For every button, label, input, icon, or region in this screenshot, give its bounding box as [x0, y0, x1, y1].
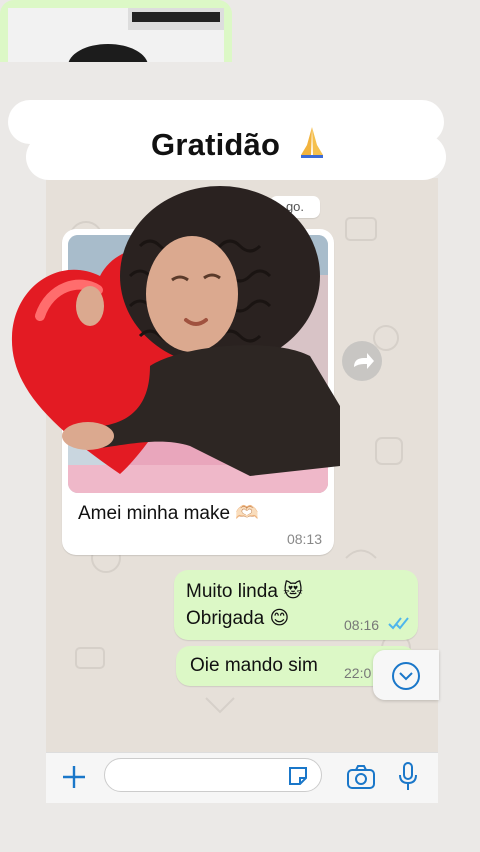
outgoing-photo-message[interactable] — [0, 0, 232, 62]
composer-bar — [46, 752, 438, 803]
chevron-down-icon — [392, 662, 420, 690]
message-line: Muito linda 😻 — [186, 581, 303, 602]
message-text: Oie mando sim — [190, 655, 318, 676]
message-time: 22:0 — [344, 665, 372, 681]
message-time: 08:16 — [344, 617, 380, 633]
camera-icon — [347, 765, 375, 789]
message-line: Obrigada 😊 — [186, 608, 290, 629]
story-title: Gratidão — [0, 125, 480, 167]
camera-button[interactable] — [346, 763, 376, 796]
read-receipt-icon — [388, 617, 409, 630]
sent-photo[interactable] — [8, 8, 224, 62]
plus-icon — [63, 766, 85, 788]
forward-button[interactable] — [342, 341, 382, 381]
sticker-icon — [289, 767, 307, 785]
folded-hands-icon — [295, 125, 329, 167]
outgoing-message[interactable]: Muito linda 😻 Obrigada 😊 08:16 — [174, 570, 418, 640]
microphone-icon — [399, 762, 417, 790]
scroll-to-bottom-button[interactable] — [373, 650, 439, 700]
incoming-caption: Amei minha make 🫶🏻 — [78, 503, 259, 524]
forward-arrow-icon — [354, 353, 374, 369]
avatar-heart-sticker — [11, 186, 340, 476]
microphone-button[interactable] — [398, 761, 418, 798]
sticker-button[interactable] — [286, 764, 310, 793]
incoming-time: 08:13 — [286, 531, 322, 547]
attach-button[interactable] — [60, 763, 88, 796]
story-title-text: Gratidão — [151, 127, 281, 162]
